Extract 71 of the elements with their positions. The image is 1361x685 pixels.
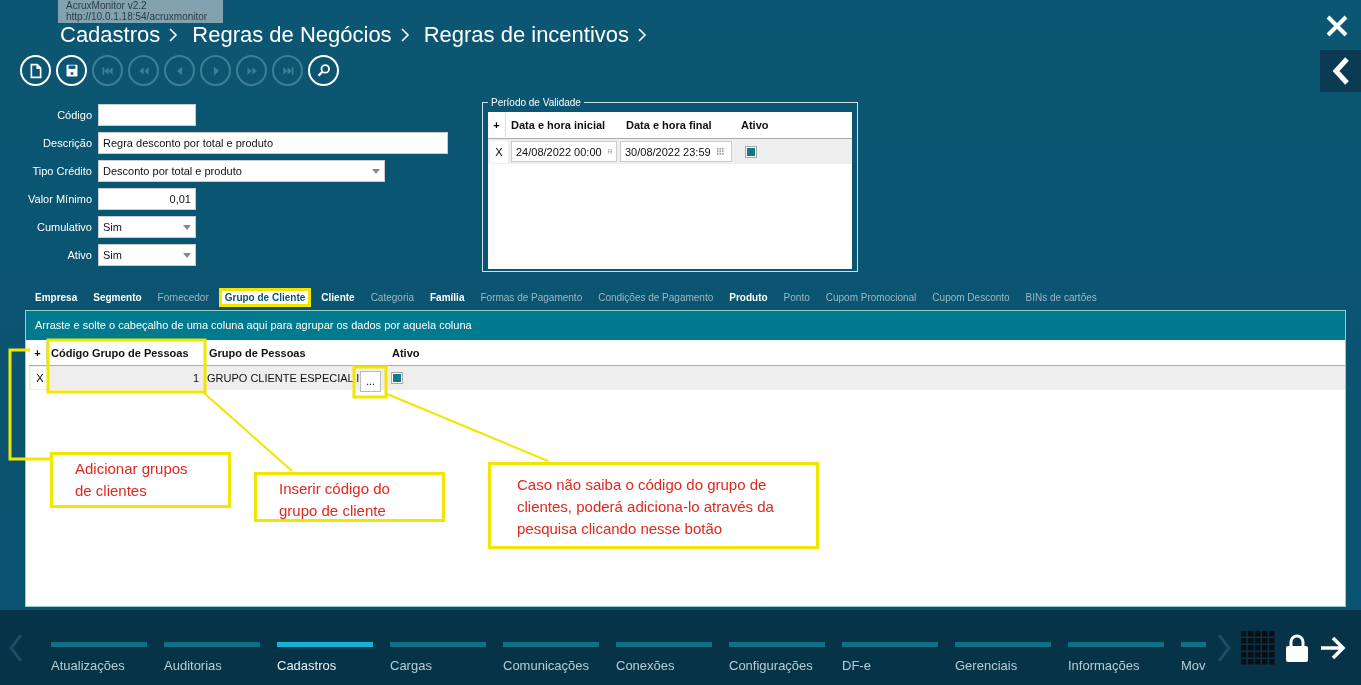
remove-row-button[interactable]: X: [490, 140, 508, 163]
callout-note: Inserir código do grupo de cliente: [254, 472, 445, 522]
table-cell[interactable]: 1: [49, 372, 203, 384]
field-label: Descrição: [42, 136, 92, 151]
dropdown[interactable]: Sim: [98, 216, 196, 238]
nav-item[interactable]: Configurações: [729, 610, 825, 685]
nav-item[interactable]: Mov: [1181, 610, 1206, 685]
tooltip-url: http://10.0.1.18:54/acruxmonitor: [66, 11, 208, 22]
add-row-button[interactable]: +: [29, 340, 47, 365]
dropdown[interactable]: Sim: [98, 244, 196, 266]
tooltip-title: AcruxMonitor v2.2: [66, 0, 147, 11]
callout-note: Adicionar grupos de clientes: [50, 452, 231, 508]
arrow-right-icon[interactable]: [1319, 635, 1347, 660]
close-icon[interactable]: [1325, 14, 1349, 38]
field-label: Valor Mínimo: [27, 192, 92, 207]
nav-item[interactable]: Auditorias: [164, 610, 260, 685]
date-field[interactable]: 24/08/2022 00:00: [511, 141, 617, 162]
tab[interactable]: Empresa: [32, 290, 81, 304]
dropdown-caret-icon[interactable]: [183, 224, 191, 230]
dropdown-caret-icon[interactable]: [183, 252, 191, 258]
dropdown-caret-icon[interactable]: [372, 168, 380, 174]
search-icon[interactable]: [308, 55, 339, 86]
chevron-right-icon: [399, 27, 410, 43]
column-header[interactable]: Data e hora final: [621, 119, 736, 131]
tab[interactable]: Segmento: [90, 290, 145, 304]
table-cell: GRUPO CLIENTE ESPECIAL I: [207, 372, 360, 384]
input-field[interactable]: Regra desconto por total e produto: [98, 132, 448, 154]
column-header[interactable]: Ativo: [736, 119, 781, 131]
lock-icon[interactable]: [1285, 632, 1309, 663]
dropdown[interactable]: Desconto por total e produto: [98, 160, 385, 182]
column-header[interactable]: Grupo de Pessoas: [205, 346, 389, 359]
new-document-icon[interactable]: [20, 55, 51, 86]
chevron-right-icon: [637, 27, 648, 43]
highlight-frame: [352, 365, 388, 399]
column-header[interactable]: Código Grupo de Pessoas: [47, 346, 205, 359]
save-icon[interactable]: [56, 55, 87, 86]
checkbox[interactable]: [392, 373, 402, 383]
breadcrumb-item[interactable]: Cadastros: [60, 24, 161, 46]
date-field[interactable]: 30/08/2022 23:59: [620, 141, 732, 162]
input-field[interactable]: 0,01: [98, 188, 196, 210]
callout-note: Caso não saiba o código do grupo de clientes, poderá adiciona-lo através da pesquisa clicando nesse botão: [488, 462, 819, 549]
column-header[interactable]: Ativo: [389, 346, 420, 359]
checkbox[interactable]: [746, 146, 756, 157]
chevron-left-icon: [1330, 56, 1351, 86]
field-label: Código: [56, 108, 92, 123]
nav-item[interactable]: Atualizações: [51, 610, 147, 685]
nav-item[interactable]: Conexões: [616, 610, 712, 685]
breadcrumb-item[interactable]: Regras de Negócios: [192, 24, 392, 46]
tab[interactable]: Produto: [726, 290, 771, 304]
lookup-button[interactable]: ...: [360, 371, 381, 392]
nav-item[interactable]: Informações: [1068, 610, 1164, 685]
field-label: Cumulativo: [35, 220, 92, 235]
input-field[interactable]: [98, 104, 196, 126]
column-header[interactable]: Data e hora inicial: [506, 119, 621, 131]
chevron-right-icon: [168, 27, 179, 43]
group-hint: Arraste e solte o cabeçalho de uma coluna aqui para agrupar os dados por aquela coluna: [26, 311, 1345, 340]
field-label: Ativo: [66, 248, 92, 263]
tab[interactable]: Família: [427, 290, 468, 304]
back-button[interactable]: [1320, 50, 1361, 92]
add-row-button[interactable]: +: [488, 113, 506, 137]
calendar-icon[interactable]: [716, 148, 724, 155]
nav-item[interactable]: Cargas: [390, 610, 486, 685]
nav-item[interactable]: Comunicações: [503, 610, 599, 685]
breadcrumb-item[interactable]: Regras de incentivos: [423, 24, 630, 46]
panel-title: Período de Validade: [490, 97, 582, 108]
nav-item[interactable]: DF-e: [842, 610, 938, 685]
nav-item[interactable]: Gerenciais: [955, 610, 1051, 685]
calendar-icon[interactable]: [607, 148, 612, 155]
nav-item[interactable]: Cadastros: [277, 610, 373, 685]
field-label: Tipo Crédito: [31, 164, 92, 179]
tab[interactable]: Cliente: [318, 290, 358, 304]
